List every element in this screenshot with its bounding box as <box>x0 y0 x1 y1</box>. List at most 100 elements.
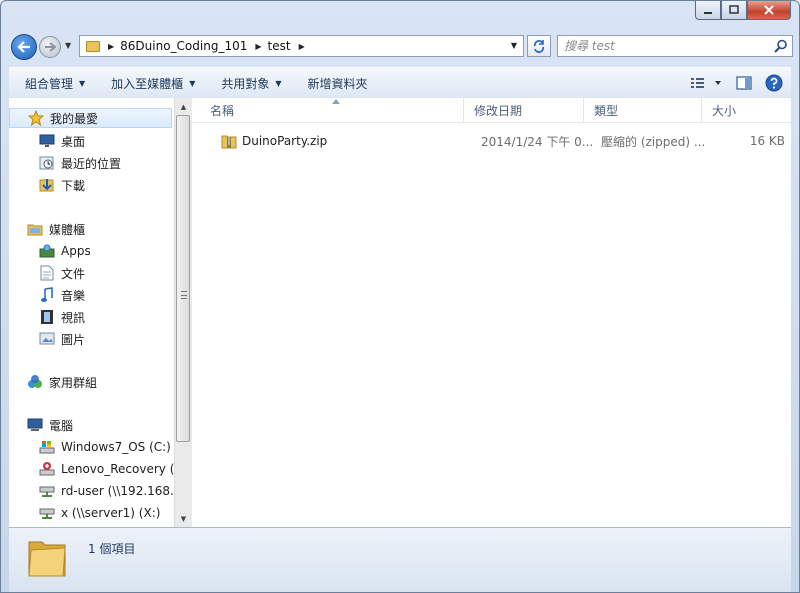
maximize-icon <box>729 5 739 14</box>
nav-pictures-label: 圖片 <box>61 332 86 347</box>
grip-icon <box>181 291 187 299</box>
new-folder-label: 新增資料夾 <box>307 76 368 91</box>
column-date-label: 修改日期 <box>474 103 523 118</box>
details-pane: 1 個項目 <box>9 527 791 592</box>
nav-drive-q[interactable]: Lenovo_Recovery (Q <box>9 459 174 479</box>
forward-button[interactable] <box>39 36 61 58</box>
nav-computer[interactable]: 電腦 <box>9 415 73 435</box>
new-folder-button[interactable]: 新增資料夾 <box>292 68 378 98</box>
include-library-button[interactable]: 加入至媒體櫃 ▼ <box>95 68 205 98</box>
refresh-button[interactable] <box>527 35 551 57</box>
nav-videos[interactable]: 視訊 <box>9 307 85 327</box>
computer-icon <box>27 417 43 433</box>
preview-pane-icon <box>736 76 752 90</box>
video-icon <box>39 309 55 325</box>
nav-scrollbar[interactable]: ▲ ▼ <box>174 98 192 527</box>
share-button[interactable]: 共用對象 ▼ <box>205 68 291 98</box>
maximize-button[interactable] <box>721 1 747 20</box>
file-type: 壓縮的 (zipped) ... <box>601 134 706 149</box>
chevron-down-icon: ▼ <box>79 78 86 88</box>
file-list: 名稱 修改日期 類型 大小 DuinoParty.zip 2014/1/24 下… <box>192 98 791 527</box>
include-library-label: 加入至媒體櫃 <box>111 76 184 91</box>
file-row[interactable]: DuinoParty.zip 2014/1/24 下午 0... 壓縮的 (zi… <box>202 130 791 152</box>
nav-libraries-label: 媒體櫃 <box>49 222 86 237</box>
nav-homegroup-label: 家用群組 <box>49 375 98 390</box>
column-header-size[interactable]: 大小 <box>702 98 782 122</box>
close-icon <box>764 5 774 15</box>
breadcrumb-separator[interactable]: ▶ <box>108 42 114 51</box>
nav-apps[interactable]: Apps <box>9 241 91 261</box>
music-icon <box>39 287 55 303</box>
nav-favorites[interactable]: 我的最愛 <box>9 108 172 128</box>
nav-network-drive-2-label: x (\\server1) (X:) <box>61 506 161 520</box>
back-button[interactable] <box>11 34 37 60</box>
nav-documents[interactable]: 文件 <box>9 263 85 283</box>
nav-music-label: 音樂 <box>61 288 86 303</box>
breadcrumb-separator[interactable]: ▶ <box>299 42 305 51</box>
column-header-date[interactable]: 修改日期 <box>464 98 584 122</box>
breadcrumb-item[interactable]: 86Duino_Coding_101 <box>120 39 247 53</box>
nav-pictures[interactable]: 圖片 <box>9 329 85 349</box>
chevron-down-icon: ▼ <box>275 78 282 88</box>
search-box[interactable] <box>557 35 793 57</box>
main-area: 我的最愛 桌面 最近的位置 下載 媒體櫃 Apps 文件 音樂 視訊 圖片 家用… <box>9 98 791 527</box>
nav-downloads[interactable]: 下載 <box>9 175 85 195</box>
nav-computer-label: 電腦 <box>49 418 74 433</box>
chevron-down-icon: ▼ <box>189 78 196 88</box>
minimize-icon <box>704 12 712 14</box>
nav-drive-c[interactable]: Windows7_OS (C:) <box>9 437 171 457</box>
scroll-up-arrow[interactable]: ▲ <box>175 98 192 115</box>
close-button[interactable] <box>747 1 791 20</box>
search-input[interactable] <box>564 38 764 54</box>
toolbar-right <box>687 68 791 98</box>
folder-large-icon <box>28 541 66 577</box>
nav-libraries[interactable]: 媒體櫃 <box>9 219 85 239</box>
refresh-icon <box>534 40 544 53</box>
nav-music[interactable]: 音樂 <box>9 285 85 305</box>
picture-icon <box>39 331 55 347</box>
folder-icon <box>86 40 100 52</box>
nav-apps-label: Apps <box>61 244 91 258</box>
nav-network-drive-2[interactable]: x (\\server1) (X:) <box>9 503 160 523</box>
search-icon[interactable] <box>774 39 788 53</box>
nav-downloads-label: 下載 <box>61 178 86 193</box>
column-type-label: 類型 <box>594 103 619 118</box>
command-bar: 組合管理 ▼ 加入至媒體櫃 ▼ 共用對象 ▼ 新增資料夾 <box>9 67 791 99</box>
item-count: 1 個項目 <box>88 542 136 556</box>
nav-homegroup[interactable]: 家用群組 <box>9 372 97 392</box>
caption-buttons <box>695 1 791 23</box>
view-options-button[interactable] <box>687 72 727 94</box>
organize-button[interactable]: 組合管理 ▼ <box>9 68 95 98</box>
explorer-window: ▼ ▶ 86Duino_Coding_101 ▶ test ▶ ▼ 組合管理 ▼ … <box>0 0 800 593</box>
nav-videos-label: 視訊 <box>61 310 86 325</box>
nav-drive-c-label: Windows7_OS (C:) <box>61 440 171 454</box>
preview-pane-button[interactable] <box>731 72 757 94</box>
organize-label: 組合管理 <box>25 76 74 91</box>
address-dropdown[interactable]: ▼ <box>511 41 517 50</box>
column-header-type[interactable]: 類型 <box>584 98 702 122</box>
file-name[interactable]: DuinoParty.zip <box>242 130 472 152</box>
breadcrumb-item[interactable]: test <box>268 39 291 53</box>
help-button[interactable] <box>761 72 787 94</box>
breadcrumb-separator[interactable]: ▶ <box>255 42 261 51</box>
nav-desktop-label: 桌面 <box>61 134 86 149</box>
network-drive-icon <box>39 505 55 521</box>
view-list-icon <box>691 78 721 88</box>
zip-file-icon <box>221 130 237 152</box>
nav-network-drive-1[interactable]: rd-user (\\192.168.0. <box>9 481 174 501</box>
desktop-icon <box>39 133 55 149</box>
minimize-button[interactable] <box>695 1 721 20</box>
nav-desktop[interactable]: 桌面 <box>9 131 85 151</box>
column-header-name[interactable]: 名稱 <box>192 98 464 122</box>
column-name-label: 名稱 <box>210 103 235 118</box>
nav-network-drive-1-label: rd-user (\\192.168.0. <box>61 484 174 498</box>
scroll-down-arrow[interactable]: ▼ <box>175 510 192 527</box>
address-bar[interactable]: ▶ 86Duino_Coding_101 ▶ test ▶ ▼ <box>79 35 524 57</box>
nav-drive-q-label: Lenovo_Recovery (Q <box>61 462 174 476</box>
apps-icon <box>39 243 55 259</box>
recent-pages-dropdown[interactable]: ▼ <box>65 41 71 50</box>
help-icon <box>765 74 783 92</box>
recovery-drive-icon <box>39 461 55 477</box>
nav-recent-places[interactable]: 最近的位置 <box>9 153 121 173</box>
scroll-thumb[interactable] <box>176 115 190 442</box>
